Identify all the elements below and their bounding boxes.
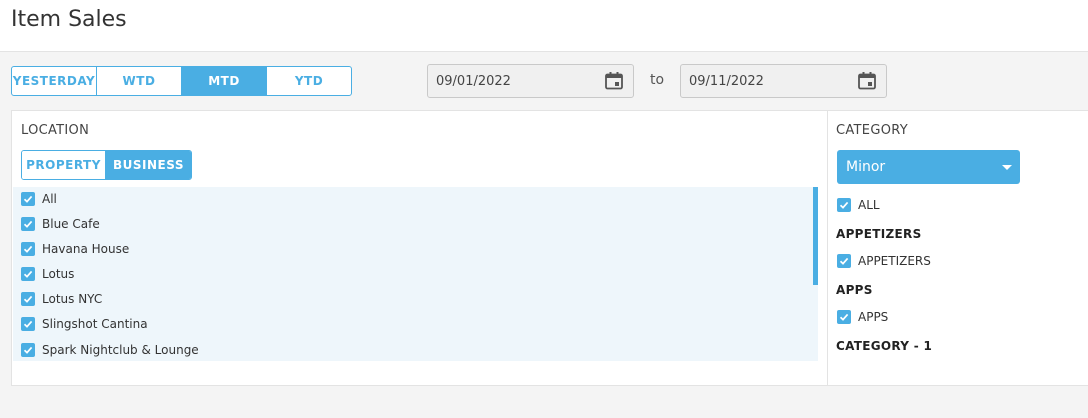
- category-item-apps[interactable]: APPS: [837, 308, 888, 326]
- check-icon[interactable]: [837, 198, 851, 212]
- period-ytd-button[interactable]: YTD: [267, 67, 351, 95]
- location-item-label: Spark Nightclub & Lounge: [42, 343, 199, 357]
- category-group-heading: APPS: [836, 283, 873, 297]
- location-list: [13, 187, 818, 361]
- location-item-label: Lotus: [42, 267, 75, 281]
- location-item-blue-cafe[interactable]: Blue Cafe: [21, 214, 100, 234]
- location-item-slingshot-cantina[interactable]: Slingshot Cantina: [21, 314, 148, 334]
- period-toggle: YESTERDAY WTD MTD YTD: [11, 66, 352, 96]
- date-from-input[interactable]: 09/01/2022: [427, 64, 634, 98]
- header-bar: Item Sales: [0, 0, 1088, 52]
- category-select[interactable]: Minor: [837, 150, 1020, 184]
- check-icon[interactable]: [21, 217, 35, 231]
- category-item-label: APPS: [858, 310, 889, 324]
- location-label: LOCATION: [21, 123, 90, 138]
- location-scrollbar-thumb[interactable]: [813, 187, 818, 285]
- date-to-input[interactable]: 09/11/2022: [680, 64, 887, 98]
- location-item-label: Lotus NYC: [42, 292, 103, 306]
- page-title: Item Sales: [11, 7, 127, 32]
- category-item-label: ALL: [858, 198, 880, 212]
- filters-panel: LOCATION PROPERTY BUSINESS All Blue Cafe…: [11, 110, 1088, 386]
- category-item-all[interactable]: ALL: [837, 196, 880, 214]
- location-panel: LOCATION PROPERTY BUSINESS All Blue Cafe…: [12, 111, 828, 385]
- period-yesterday-button[interactable]: YESTERDAY: [12, 67, 97, 95]
- category-group-heading: CATEGORY - 1: [836, 339, 933, 353]
- check-icon[interactable]: [837, 254, 851, 268]
- location-item-all[interactable]: All: [21, 189, 57, 209]
- location-item-label: All: [42, 192, 57, 206]
- category-item-appetizers[interactable]: APPETIZERS: [837, 252, 931, 270]
- scope-property-button[interactable]: PROPERTY: [22, 151, 107, 179]
- check-icon[interactable]: [21, 343, 35, 357]
- check-icon[interactable]: [21, 267, 35, 281]
- location-item-spark-nightclub[interactable]: Spark Nightclub & Lounge: [21, 340, 199, 360]
- period-mtd-button[interactable]: MTD: [182, 67, 267, 95]
- location-item-lotus-nyc[interactable]: Lotus NYC: [21, 289, 102, 309]
- category-select-value: Minor: [846, 159, 886, 175]
- check-icon[interactable]: [21, 317, 35, 331]
- calendar-icon[interactable]: [604, 71, 624, 91]
- date-separator: to: [650, 72, 665, 88]
- category-item-label: APPETIZERS: [858, 254, 931, 268]
- period-wtd-button[interactable]: WTD: [97, 67, 182, 95]
- check-icon[interactable]: [21, 242, 35, 256]
- category-group-heading: APPETIZERS: [836, 227, 922, 241]
- location-item-havana-house[interactable]: Havana House: [21, 239, 129, 259]
- location-scope-toggle: PROPERTY BUSINESS: [21, 150, 192, 180]
- scope-business-button[interactable]: BUSINESS: [106, 151, 191, 179]
- category-label: CATEGORY: [836, 123, 908, 138]
- date-from-value: 09/01/2022: [436, 73, 511, 89]
- date-to-value: 09/11/2022: [689, 73, 764, 89]
- check-icon[interactable]: [21, 192, 35, 206]
- location-item-lotus[interactable]: Lotus: [21, 264, 74, 284]
- location-item-label: Havana House: [42, 242, 130, 256]
- location-item-label: Slingshot Cantina: [42, 317, 148, 331]
- category-panel: CATEGORY Minor ALL APPETIZERS APPETIZERS…: [828, 111, 1088, 385]
- calendar-icon[interactable]: [857, 71, 877, 91]
- chevron-down-icon: [1002, 164, 1012, 170]
- check-icon[interactable]: [837, 310, 851, 324]
- location-item-label: Blue Cafe: [42, 217, 100, 231]
- check-icon[interactable]: [21, 292, 35, 306]
